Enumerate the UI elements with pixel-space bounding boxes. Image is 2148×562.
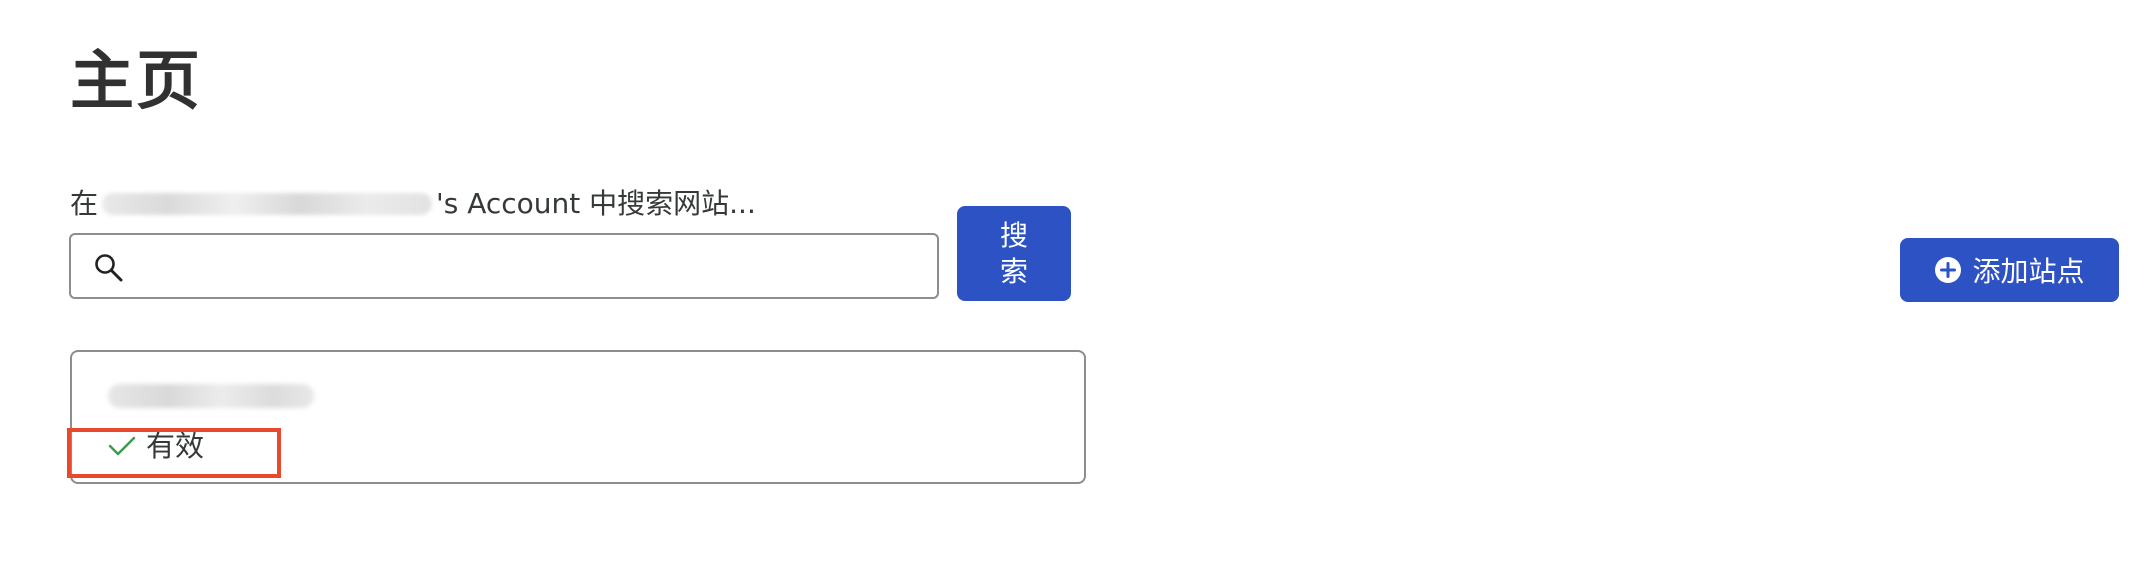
search-input[interactable] [141, 243, 925, 291]
check-icon [108, 436, 136, 456]
search-field[interactable] [69, 233, 939, 299]
plus-circle-icon [1935, 257, 1962, 283]
redacted-site-name [108, 384, 314, 408]
page-title: 主页 [70, 45, 202, 119]
site-status: 有效 [108, 426, 204, 466]
search-label-suffix: 's Account 中搜索网站... [436, 187, 756, 220]
search-button[interactable]: 搜索 [957, 206, 1071, 301]
add-site-button[interactable]: 添加站点 [1900, 238, 2119, 302]
add-site-label: 添加站点 [1972, 255, 2085, 288]
search-label: 在 's Account 中搜索网站... [70, 184, 756, 224]
search-icon [95, 254, 123, 282]
home-page: 主页 在 's Account 中搜索网站... 搜索 添加站点 有效 [0, 0, 2148, 562]
search-label-prefix: 在 [70, 187, 99, 220]
site-card[interactable]: 有效 [70, 350, 1086, 484]
redacted-account-email [102, 193, 433, 215]
status-label: 有效 [146, 429, 205, 463]
